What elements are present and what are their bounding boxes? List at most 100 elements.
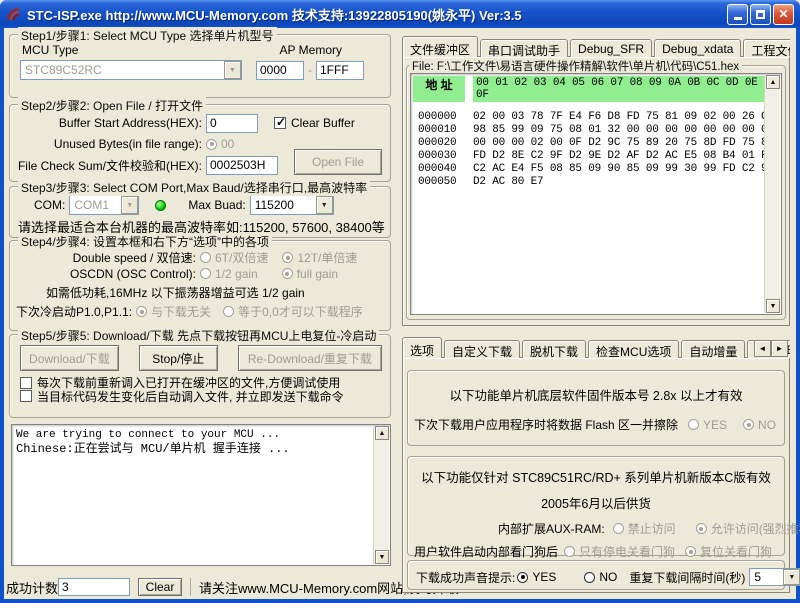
minimize-icon (734, 17, 742, 20)
status-bar: 成功计数 Clear 请关注www.MCU-Memory.com网站,及时升级 (6, 576, 459, 598)
file-buffer-panel: File: F:\工作文件\易语言硬件操作精解\软件\单片机\代码\C51.he… (402, 56, 790, 326)
ap-memory-dash: - (308, 63, 312, 77)
max-baud-select[interactable]: 115200 (250, 195, 334, 215)
hex-row: 000030FD D2 8E C2 9F D2 9E D2 AF D2 AC E… (411, 150, 781, 163)
sound-no-radio[interactable] (584, 572, 595, 583)
ap-memory-label: AP Memory (280, 43, 342, 57)
tab-auto-increment[interactable]: 自动增量 (681, 340, 745, 358)
checksum-label: File Check Sum/文件校验和(HEX): (10, 157, 206, 174)
tab-project-file[interactable]: 工程文件 (743, 39, 790, 57)
scroll-down-icon[interactable] (375, 550, 389, 564)
c-version-note: 以下功能仅针对 STC89C51RC/RD+ 系列单片机新版本C版有效 (408, 457, 784, 486)
watchdog-reset-label: 复位关看门狗 (700, 543, 772, 560)
auxram-disable-label: 禁止访问 (628, 520, 676, 537)
tab-custom-download[interactable]: 自定义下载 (444, 340, 520, 358)
tab-scroll-right-icon[interactable] (771, 340, 788, 357)
hex-bytes: 02 00 03 78 7F E4 F6 D8 FD 75 81 09 02 0… (473, 111, 774, 124)
tab-options[interactable]: 选项 (402, 337, 442, 358)
radio-6t[interactable] (200, 252, 211, 263)
radio-full-gain[interactable] (282, 268, 293, 279)
tab-debug-sfr[interactable]: Debug_SFR (570, 39, 652, 57)
radio-12t-label: 12T/单倍速 (297, 249, 357, 266)
interval-select[interactable]: 5 (749, 568, 800, 586)
scroll-down-icon[interactable] (766, 299, 780, 313)
sound-prompt-label: 下载成功声音提示: (416, 569, 515, 586)
tab-check-mcu-options[interactable]: 检查MCU选项 (588, 340, 679, 358)
hex-addr: 000030 (413, 150, 465, 163)
hex-bytes: 00 00 00 02 00 0F D2 9C 75 89 20 75 8D F… (473, 137, 774, 150)
log-box[interactable]: We are trying to connect to your MCU ...… (11, 424, 391, 566)
file-group: File: F:\工作文件\易语言硬件操作精解\软件\单片机\代码\C51.he… (406, 65, 786, 320)
tab-serial-assistant[interactable]: 串口调试助手 (480, 39, 568, 57)
app-window: STC-ISP.exe http://www.MCU-Memory.com 技术… (0, 0, 800, 603)
app-icon (6, 6, 22, 22)
tab-scroll-left-icon[interactable] (754, 340, 771, 357)
options-tabs: 选项 自定义下载 脱机下载 检查MCU选项 自动增量 ISP DEMO (402, 337, 790, 358)
buffer-start-label: Buffer Start Address(HEX): (10, 116, 206, 130)
buffer-start-input[interactable] (206, 114, 258, 133)
radio-half-gain[interactable] (200, 268, 211, 279)
close-button[interactable] (773, 4, 794, 25)
auto-reload-on-change-checkbox[interactable] (20, 390, 32, 402)
watchdog-label: 用户软件启动内部看门狗后 (414, 543, 558, 560)
redownload-button[interactable]: Re-Download/重复下载 (238, 345, 382, 371)
clear-buffer-label: Clear Buffer (291, 116, 355, 130)
scroll-up-icon[interactable] (375, 426, 389, 440)
tab-offline-download[interactable]: 脱机下载 (522, 340, 586, 358)
clear-count-button[interactable]: Clear (138, 578, 182, 596)
ap-memory-end-field[interactable] (316, 61, 364, 80)
auxram-disable-radio[interactable] (613, 523, 624, 534)
success-count-input[interactable] (58, 578, 130, 596)
radio-6t-label: 6T/双倍速 (215, 249, 268, 266)
oscdn-label: OSCDN (OSC Control): (10, 267, 200, 281)
hex-addr: 000000 (413, 111, 465, 124)
firmware-version-note: 以下功能单片机底层软件固件版本号 2.8x 以上才有效 (408, 371, 784, 404)
hex-addr: 000010 (413, 124, 465, 137)
com-status-led (155, 200, 166, 211)
step3-legend: Step3/步骤3: Select COM Port,Max Baud/选择串行… (18, 179, 370, 196)
erase-flash-no-label: NO (758, 418, 776, 432)
watchdog-poweroff-radio[interactable] (564, 546, 575, 557)
reload-before-download-checkbox[interactable] (20, 377, 32, 389)
hex-addr: 000020 (413, 137, 465, 150)
scroll-up-icon[interactable] (766, 75, 780, 89)
watchdog-reset-radio[interactable] (685, 546, 696, 557)
ap-memory-start-field[interactable] (256, 61, 304, 80)
hex-row: 000040C2 AC E4 F5 08 85 09 90 85 09 99 3… (411, 163, 781, 176)
radio-download-unrelated[interactable] (136, 306, 147, 317)
unused-bytes-radio[interactable] (206, 139, 217, 150)
com-port-select[interactable]: COM1 (69, 195, 139, 215)
chevron-down-icon (783, 569, 800, 585)
open-file-button[interactable]: Open File (294, 149, 382, 175)
watchdog-poweroff-label: 只有停电关看门狗 (579, 543, 675, 560)
log-scrollbar[interactable] (373, 426, 389, 564)
chevron-down-icon (224, 61, 241, 79)
tab-file-buffer[interactable]: 文件缓冲区 (402, 36, 478, 57)
step5-legend: Step5/步骤5: Download/下载 先点下载按钮再MCU上电复位-冷启… (18, 327, 379, 344)
erase-flash-yes-radio[interactable] (688, 419, 699, 430)
tab-debug-xdata[interactable]: Debug_xdata (654, 39, 741, 57)
sound-yes-radio[interactable] (517, 572, 528, 583)
erase-flash-no-radio[interactable] (743, 419, 754, 430)
maximize-button[interactable] (750, 4, 771, 25)
clear-buffer-checkbox[interactable] (274, 117, 286, 129)
radio-12t[interactable] (282, 252, 293, 263)
buffer-tabs: 文件缓冲区 串口调试助手 Debug_SFR Debug_xdata 工程文件 (402, 36, 790, 57)
minimize-button[interactable] (727, 4, 748, 25)
step2-group: Step2/步骤2: Open File / 打开文件 Buffer Start… (9, 104, 391, 182)
hex-bytes: C2 AC E4 F5 08 85 09 90 85 09 99 30 99 F… (473, 163, 774, 176)
step2-legend: Step2/步骤2: Open File / 打开文件 (18, 97, 206, 114)
log-line: Chinese:正在尝试与 MCU/单片机 握手连接 ... (12, 442, 390, 457)
radio-full-gain-label: full gain (297, 267, 338, 281)
unused-bytes-value: 00 (221, 137, 234, 151)
hex-addr: 000050 (413, 176, 465, 189)
gain-hint: 如需低功耗,16MHz 以下振荡器增益可选 1/2 gain (10, 281, 390, 301)
hex-viewer[interactable]: 地 址 00 01 02 03 04 05 06 07 08 09 0A 0B … (410, 73, 782, 315)
download-button[interactable]: Download/下载 (20, 345, 119, 371)
stop-button[interactable]: Stop/停止 (139, 345, 218, 371)
checksum-input[interactable] (206, 156, 278, 175)
auxram-enable-radio[interactable] (696, 523, 707, 534)
radio-equal-00[interactable] (223, 306, 234, 317)
hex-scrollbar[interactable] (764, 75, 780, 313)
mcu-type-select[interactable]: STC89C52RC (20, 60, 242, 80)
